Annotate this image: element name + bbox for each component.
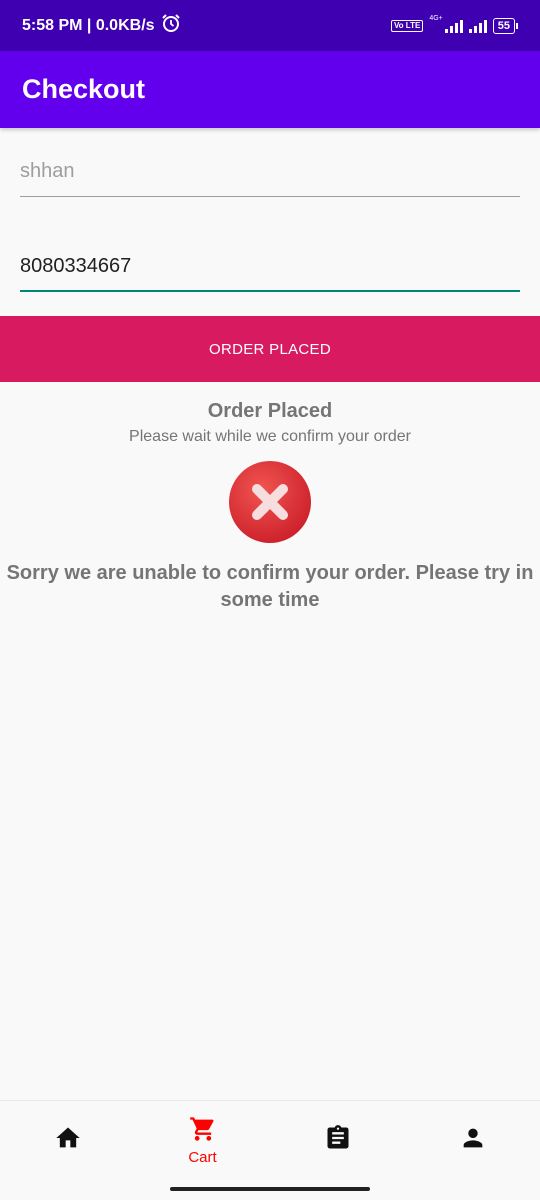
status-right: Vo LTE 4G+ 55 xyxy=(390,15,518,34)
cart-icon xyxy=(189,1115,217,1148)
app-bar: Checkout xyxy=(0,51,540,128)
bottom-navigation: Cart xyxy=(0,1100,540,1179)
alarm-icon xyxy=(161,13,181,38)
order-placed-button[interactable]: ORDER PLACED xyxy=(0,316,540,382)
nav-item-cart[interactable]: Cart xyxy=(135,1101,270,1179)
status-left: 5:58 PM | 0.0KB/s xyxy=(22,13,181,38)
signal-icon-2 xyxy=(468,19,487,33)
clipboard-icon xyxy=(324,1124,352,1157)
nav-item-profile[interactable] xyxy=(405,1101,540,1179)
name-field[interactable]: shhan xyxy=(20,160,520,197)
error-icon xyxy=(228,460,312,544)
order-status-title: Order Placed xyxy=(207,400,333,422)
volte-icon: Vo LTE xyxy=(390,19,424,32)
nav-item-orders[interactable] xyxy=(270,1101,405,1179)
phone-field[interactable]: 8080334667 xyxy=(20,255,520,292)
page-title: Checkout xyxy=(22,74,146,104)
signal-icon xyxy=(444,19,463,33)
nav-item-home[interactable] xyxy=(0,1101,135,1179)
order-status-subtitle: Please wait while we confirm your order xyxy=(129,428,411,445)
person-icon xyxy=(459,1124,487,1157)
battery-icon: 55 xyxy=(492,17,518,34)
gesture-bar[interactable] xyxy=(170,1187,370,1191)
network-type: 4G+ xyxy=(429,15,443,22)
nav-label-cart: Cart xyxy=(188,1148,217,1166)
home-icon xyxy=(54,1124,82,1157)
status-time-speed: 5:58 PM | 0.0KB/s xyxy=(22,16,155,34)
status-bar: 5:58 PM | 0.0KB/s Vo LTE 4G+ 55 xyxy=(0,0,540,51)
battery-level: 55 xyxy=(492,17,515,34)
error-message: Sorry we are unable to confirm your orde… xyxy=(6,562,534,611)
